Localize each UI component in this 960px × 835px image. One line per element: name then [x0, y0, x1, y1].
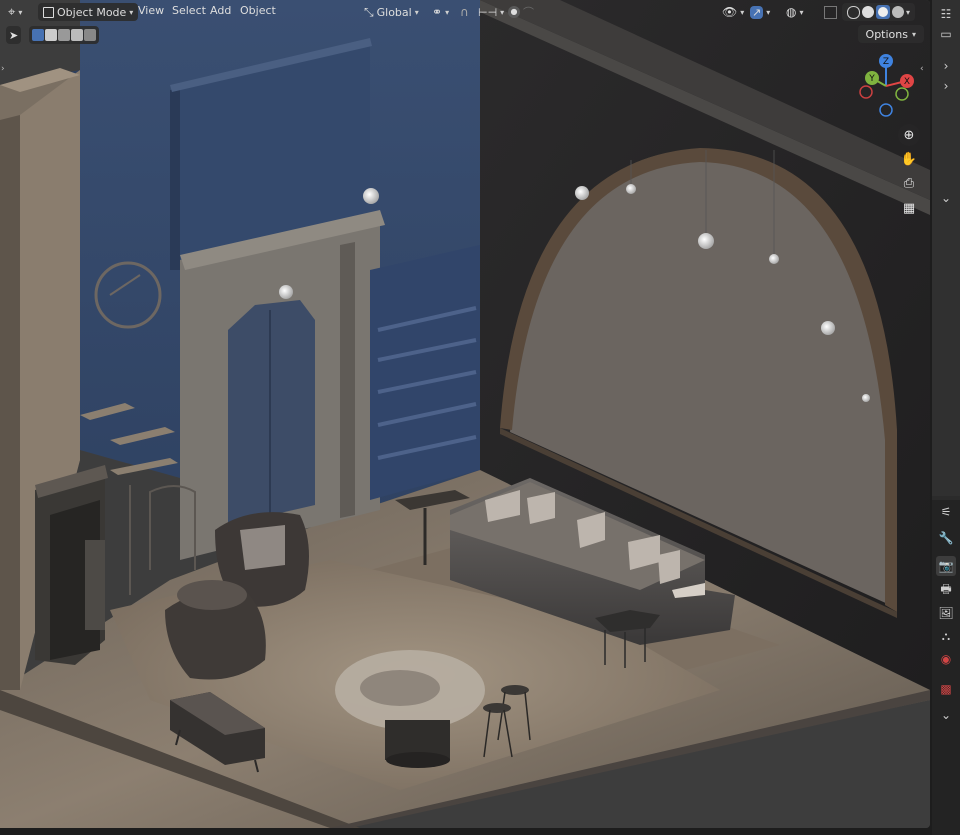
chevron-down-icon: ▾: [799, 7, 804, 17]
shading-mode-group: ▾: [842, 3, 916, 21]
gizmo-icon: ↗: [750, 5, 764, 19]
properties-edge: ⚟ 🔧 📷 🖶 🖼 ⛬ ◉ ▩ ⌄: [932, 500, 960, 835]
wireframe-shading-icon[interactable]: [847, 5, 860, 19]
scene-icon: ⛬: [941, 628, 951, 643]
gizmo-y-label: Y: [868, 74, 875, 84]
right-editor-strip: ☷ ▭ › › ⌄ ⚟ 🔧 📷 🖶 🖼 ⛬ ◉ ▩ ⌄: [932, 0, 960, 835]
scene-tab[interactable]: ⛬: [936, 626, 956, 646]
selection-mode-group: [29, 26, 100, 44]
menu-view[interactable]: View: [138, 4, 164, 17]
render-icon: 📷: [938, 559, 954, 573]
select-cursor-icon: ➤: [9, 28, 19, 42]
render-tab[interactable]: 📷: [936, 556, 956, 576]
3d-viewport[interactable]: ⌖ ▾ Object Mode ▾ View Select Add Object …: [0, 0, 930, 828]
gizmo-toggle[interactable]: ↗ ▾: [750, 3, 770, 21]
options-dropdown[interactable]: Options ▾: [857, 25, 924, 43]
editor-type-button[interactable]: ⌖ ▾: [8, 3, 22, 21]
invert-selection-icon[interactable]: [71, 29, 84, 41]
outliner-editor-type-button[interactable]: ☷: [936, 4, 956, 24]
pivot-point-icon: ⚭: [432, 5, 443, 19]
world-tab[interactable]: ◉: [936, 649, 956, 669]
intersect-selection-icon[interactable]: [84, 29, 97, 41]
view-layer-icon: 🖼: [938, 606, 954, 620]
overlays-toggle[interactable]: ◍ ▾: [786, 3, 804, 21]
texture-tab[interactable]: ▩: [936, 679, 956, 699]
chevron-down-icon: ▾: [766, 7, 771, 17]
camera-icon: ⎙: [903, 175, 915, 191]
bottom-border: [0, 828, 932, 835]
texture-icon: ▩: [940, 682, 952, 696]
properties-icon: ⚟: [940, 505, 952, 519]
gizmo-x-label: X: [904, 77, 910, 87]
view-layer-tab[interactable]: 🖼: [936, 603, 956, 623]
cursor-icon: ⌖: [8, 4, 16, 20]
navigation-gizmo[interactable]: Z X Y: [852, 52, 922, 120]
chevron-down-icon: ▾: [500, 7, 505, 17]
chevron-down-icon: ▾: [445, 7, 450, 17]
chevron-down-icon: ▾: [911, 29, 916, 39]
outliner-expand-icon-2[interactable]: ›: [936, 76, 956, 96]
gizmo-z-label: Z: [883, 57, 889, 67]
set-new-selection-icon[interactable]: [32, 29, 45, 41]
outliner-collapse-icon[interactable]: ⌄: [936, 188, 956, 208]
mode-dropdown[interactable]: Object Mode ▾: [38, 3, 139, 21]
chevron-down-icon: ▾: [414, 7, 419, 17]
select-tool-button[interactable]: ➤: [6, 26, 22, 44]
outliner-filter-button[interactable]: ▭: [936, 24, 956, 44]
transform-orientation-label: Global: [376, 5, 412, 19]
snap-target-icon: ⊢⊣: [478, 5, 498, 19]
pan-button[interactable]: ✋: [898, 148, 920, 170]
material-shading-icon[interactable]: [876, 5, 890, 19]
properties-editor-type-button[interactable]: ⚟: [936, 502, 956, 522]
visibility-icon: 👁: [722, 5, 738, 19]
options-label: Options: [865, 27, 908, 41]
transform-orientation-icon: ⤡: [364, 4, 374, 19]
snap-toggle[interactable]: ∩: [460, 3, 469, 21]
visibility-button[interactable]: 👁 ▾: [722, 3, 744, 21]
tool-icon: 🔧: [938, 531, 954, 545]
output-tab[interactable]: 🖶: [936, 580, 956, 600]
proportional-editing-icon: ●: [508, 6, 520, 18]
tool-tab[interactable]: 🔧: [936, 528, 956, 548]
ortho-toggle-button[interactable]: ▦: [898, 197, 920, 219]
xray-icon: [824, 5, 837, 19]
snap-target-button[interactable]: ⊢⊣ ▾: [478, 3, 504, 21]
output-icon: 🖶: [940, 581, 952, 596]
snap-icon: ∩: [460, 5, 469, 19]
filter-icon: ▭: [940, 27, 952, 41]
pan-hand-icon: ✋: [900, 151, 918, 167]
subtract-selection-icon[interactable]: [58, 29, 71, 41]
world-icon: ◉: [940, 652, 952, 666]
grid-ortho-icon: ▦: [902, 200, 916, 216]
chevron-down-icon[interactable]: ▾: [906, 8, 910, 17]
zoom-button[interactable]: ⊕: [898, 124, 920, 146]
scene-render: [0, 0, 930, 828]
zoom-icon: ⊕: [903, 127, 915, 143]
outliner-expand-icon[interactable]: ›: [936, 56, 956, 76]
object-mode-icon: [43, 6, 54, 18]
camera-view-button[interactable]: ⎙: [898, 172, 920, 194]
rendered-shading-icon[interactable]: [892, 6, 904, 18]
viewport-header: ⌖ ▾ Object Mode ▾ View Select Add Object …: [0, 0, 930, 24]
xray-toggle[interactable]: [824, 3, 837, 21]
tool-settings-row: ➤: [6, 26, 100, 44]
properties-more-icon[interactable]: ⌄: [936, 705, 956, 725]
outliner-icon: ☷: [940, 7, 952, 21]
mode-label: Object Mode: [57, 5, 127, 19]
menu-select[interactable]: Select: [172, 4, 206, 17]
pivot-point-button[interactable]: ⚭ ▾: [432, 3, 449, 21]
solid-shading-icon[interactable]: [862, 6, 874, 18]
chevron-down-icon: ▾: [18, 7, 23, 17]
outliner-edge: ☷ ▭ › › ⌄: [932, 0, 960, 496]
chevron-down-icon: ▾: [129, 7, 134, 17]
menu-object[interactable]: Object: [240, 4, 276, 17]
overlays-icon: ◍: [786, 5, 797, 19]
chevron-down-icon: ▾: [740, 7, 745, 17]
toolbar-expand-icon[interactable]: ›: [1, 64, 5, 74]
falloff-icon: ⌒: [523, 6, 534, 19]
menu-add[interactable]: Add: [210, 4, 231, 17]
proportional-editing-toggle[interactable]: ● ⌒: [508, 3, 534, 21]
extend-selection-icon[interactable]: [45, 29, 58, 41]
transform-orientation-dropdown[interactable]: ⤡ Global ▾: [364, 3, 419, 21]
